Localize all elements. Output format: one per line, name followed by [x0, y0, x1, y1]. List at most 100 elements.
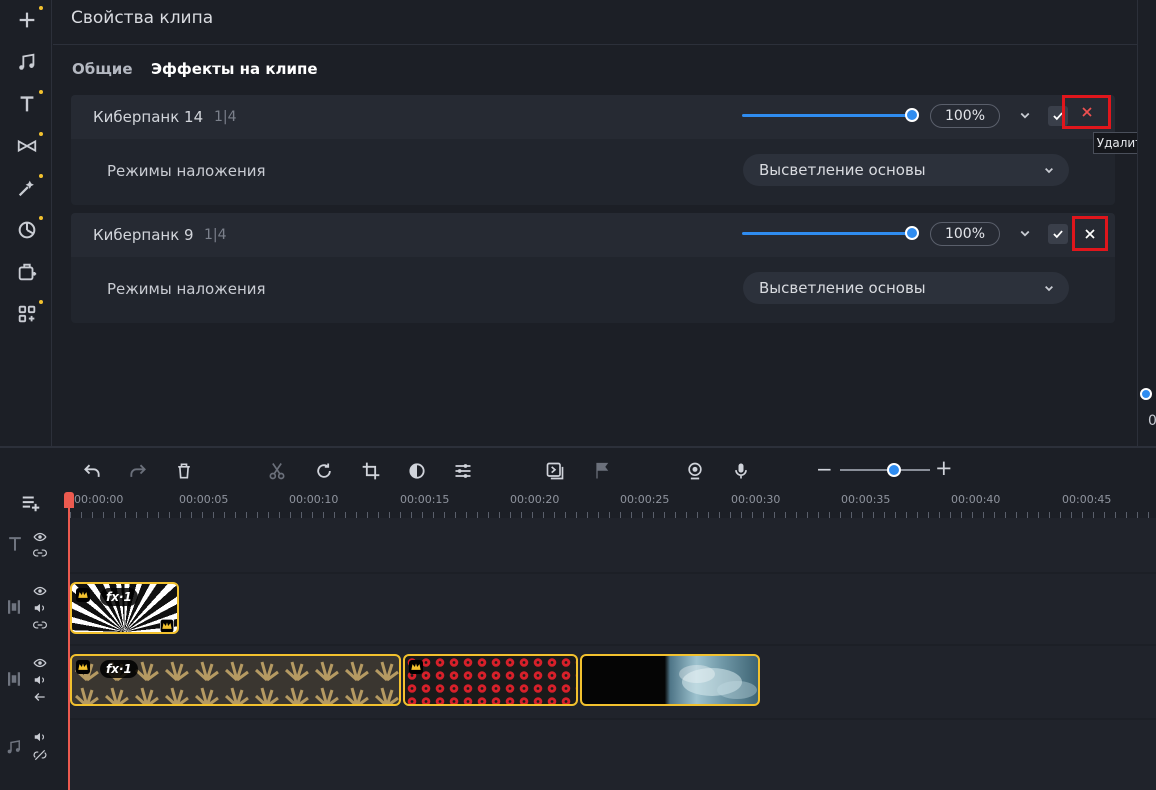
blend-mode-value: Высветление основы — [759, 279, 926, 297]
tick-label: 00:00:45 — [1062, 493, 1112, 506]
media-icon[interactable] — [13, 258, 41, 286]
main-clip-3[interactable] — [580, 654, 760, 706]
tick-label: 00:00:00 — [74, 493, 124, 506]
crown-icon — [76, 659, 90, 674]
track-lane[interactable] — [70, 574, 1156, 644]
fx-badge: fx·1 — [100, 588, 138, 606]
text-track-icon — [5, 534, 25, 558]
chevron-down-icon[interactable] — [1016, 106, 1034, 124]
side-slider-value: 0 — [1148, 413, 1156, 429]
add-icon[interactable] — [13, 6, 43, 34]
microphone-icon[interactable] — [729, 459, 753, 483]
eye-icon[interactable] — [32, 656, 48, 670]
more-tools-icon[interactable] — [13, 300, 43, 328]
chevron-down-icon[interactable] — [1016, 224, 1034, 242]
volume-icon[interactable] — [32, 601, 48, 615]
link-icon[interactable] — [32, 618, 48, 632]
crop-icon[interactable] — [359, 459, 383, 483]
music-track-icon — [5, 738, 23, 760]
track-lane[interactable] — [70, 720, 1156, 790]
blend-mode-value: Высветление основы — [759, 161, 926, 179]
effect-name: Киберпанк 9 — [93, 226, 194, 244]
delete-effect-button[interactable] — [1062, 95, 1111, 129]
blend-mode-select[interactable]: Высветление основы — [743, 272, 1069, 304]
side-slider-knob[interactable] — [1140, 388, 1152, 400]
timeline: − + 00:00:00 00:00:05 00:00:10 00:00:15 … — [0, 446, 1156, 790]
divider — [53, 44, 1137, 45]
flower-pattern — [405, 656, 576, 704]
opacity-value[interactable]: 100% — [930, 104, 1000, 128]
blend-mode-label: Режимы наложения — [107, 280, 266, 298]
overlay-clip[interactable]: fx·1 — [70, 582, 179, 634]
new-dot — [39, 6, 43, 10]
clip-properties-panel: Свойства клипа Общие Эффекты на клипе Ки… — [53, 0, 1137, 446]
opacity-slider[interactable] — [742, 114, 912, 117]
unlink-icon[interactable] — [32, 748, 48, 762]
main-clip-1[interactable]: fx·1 — [70, 654, 401, 706]
webcam-icon[interactable] — [683, 459, 707, 483]
panel-title: Свойства клипа — [71, 8, 214, 28]
zoom-in-button[interactable]: + — [935, 456, 953, 480]
magic-wand-icon[interactable] — [13, 174, 43, 202]
check-icon — [1053, 230, 1063, 239]
cloud-texture — [679, 665, 757, 699]
tick-label: 00:00:35 — [841, 493, 891, 506]
text-icon[interactable] — [13, 90, 43, 118]
crown-icon — [159, 618, 175, 632]
music-icon[interactable] — [13, 48, 41, 76]
volume-icon[interactable] — [32, 730, 48, 744]
tick-label: 00:00:30 — [731, 493, 781, 506]
tick-label: 00:00:10 — [289, 493, 339, 506]
opacity-value[interactable]: 100% — [930, 222, 1000, 246]
scissors-icon[interactable] — [265, 459, 289, 483]
tab-general[interactable]: Общие — [72, 60, 133, 78]
eye-icon[interactable] — [32, 530, 48, 544]
new-dot — [39, 174, 43, 178]
insert-icon[interactable] — [543, 459, 567, 483]
tick-label: 00:00:40 — [951, 493, 1001, 506]
add-track-icon[interactable] — [20, 492, 42, 518]
track-lane[interactable] — [70, 518, 1156, 572]
opacity-slider-knob[interactable] — [905, 226, 919, 240]
flag-icon[interactable] — [590, 459, 614, 483]
stickers-icon[interactable] — [13, 216, 43, 244]
zoom-out-button[interactable]: − — [816, 457, 833, 481]
track-main: fx·1 — [0, 646, 1156, 718]
redo-icon[interactable] — [126, 459, 150, 483]
equalizer-icon[interactable] — [451, 459, 475, 483]
zoom-slider[interactable] — [840, 469, 930, 471]
effect-card-1: Киберпанк 14 1|4 100% Режимы наложения В… — [71, 95, 1115, 205]
tick-label: 00:00:20 — [510, 493, 560, 506]
blend-mode-select[interactable]: Высветление основы — [743, 154, 1069, 186]
arrow-left-icon[interactable] — [32, 690, 48, 704]
link-icon[interactable] — [32, 546, 48, 560]
volume-icon[interactable] — [32, 673, 48, 687]
effect-count: 1|4 — [214, 109, 237, 125]
time-ruler[interactable]: 00:00:00 00:00:05 00:00:10 00:00:15 00:0… — [70, 490, 1156, 518]
side-panel-edge — [1137, 0, 1156, 446]
enable-checkbox[interactable] — [1048, 224, 1068, 244]
undo-icon[interactable] — [80, 459, 104, 483]
effect-card-2: Киберпанк 9 1|4 100% Режимы наложения Вы… — [71, 213, 1115, 323]
chevron-down-icon — [1045, 168, 1053, 174]
playhead[interactable] — [68, 506, 70, 790]
video-track-icon — [5, 598, 23, 620]
main-clip-2[interactable] — [403, 654, 578, 706]
tab-effects[interactable]: Эффекты на клипе — [151, 60, 318, 78]
new-dot — [39, 132, 43, 136]
opacity-slider-knob[interactable] — [905, 108, 919, 122]
new-dot — [39, 300, 43, 304]
crown-icon — [76, 587, 90, 602]
close-icon — [1085, 228, 1095, 239]
delete-effect-button[interactable] — [1072, 216, 1108, 251]
effect-header: Киберпанк 9 1|4 100% — [71, 213, 1115, 257]
rotate-icon[interactable] — [312, 459, 336, 483]
trash-icon[interactable] — [172, 459, 196, 483]
new-dot — [39, 216, 43, 220]
opacity-slider[interactable] — [742, 232, 912, 235]
track-audio — [0, 720, 1156, 790]
zoom-slider-knob[interactable] — [887, 463, 901, 477]
color-adjust-icon[interactable] — [405, 459, 429, 483]
transitions-icon[interactable] — [13, 132, 43, 160]
eye-icon[interactable] — [32, 584, 48, 598]
